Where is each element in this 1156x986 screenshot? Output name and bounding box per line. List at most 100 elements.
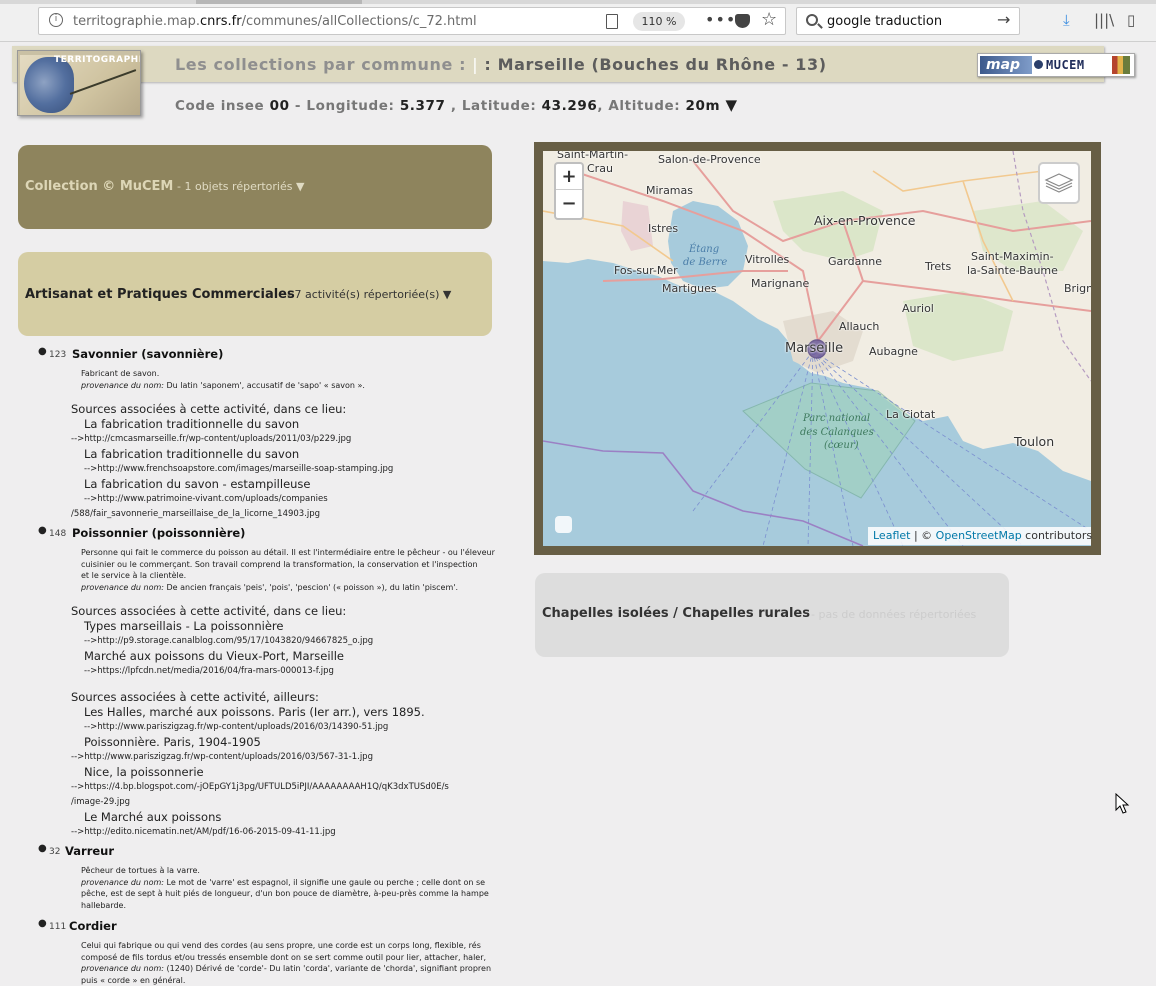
source-link[interactable]: -->http://www.patrimoine-vivant.com/uplo… bbox=[18, 492, 500, 507]
mucem-logo: MUCEM bbox=[1046, 58, 1085, 72]
altitude-value: 20m bbox=[685, 98, 721, 114]
title-label: Les collections par commune : bbox=[175, 55, 467, 74]
activity-description: Fabricant de savon. bbox=[81, 369, 160, 378]
site-info-icon[interactable]: i bbox=[49, 13, 63, 27]
reader-view-icon[interactable] bbox=[606, 14, 618, 29]
url-text[interactable]: territographie.map.cnrs.fr/communes/allC… bbox=[73, 14, 477, 29]
map-label-marseille: Marseille bbox=[785, 341, 844, 356]
provenance-label: provenance du nom: bbox=[81, 877, 164, 887]
leaflet-link[interactable]: Leaflet bbox=[873, 529, 910, 542]
map-label: Saint-Maximin- bbox=[971, 250, 1054, 263]
source-link[interactable]: -->http://edito.nicematin.net/AM/pdf/16-… bbox=[18, 825, 500, 840]
sources-elsewhere-heading: Sources associées à cette activité, aill… bbox=[71, 690, 319, 704]
partner-flag-logo bbox=[1112, 56, 1130, 74]
leaflet-map[interactable]: Saint-Martin- Crau Salon-de-Provence Mir… bbox=[543, 151, 1091, 546]
latitude-value: 43.296 bbox=[541, 98, 598, 114]
map-logo: map bbox=[980, 56, 1032, 74]
search-input[interactable]: google traduction bbox=[827, 14, 942, 29]
source-link-cont[interactable]: /588/fair_savonnerie_marseillaise_de_la_… bbox=[18, 507, 500, 522]
attribution-sep: | © bbox=[910, 529, 936, 542]
info-toggle-arrow[interactable]: ▼ bbox=[726, 96, 738, 114]
map-label: (cœur) bbox=[824, 440, 859, 451]
source-link[interactable]: -->http://www.pariszigzag.fr/wp-content/… bbox=[18, 720, 500, 735]
map-label: Toulon bbox=[1014, 434, 1055, 449]
map-label: Brign bbox=[1064, 282, 1091, 295]
activity-provenance: provenance du nom: Le mot de 'varre' est… bbox=[18, 877, 500, 889]
map-label: Martigues bbox=[662, 282, 717, 295]
collection-title: Collection © MuCEM bbox=[25, 179, 174, 194]
address-bar[interactable]: i territographie.map.cnrs.fr/communes/al… bbox=[38, 7, 786, 35]
source-link[interactable]: -->https://lpfcdn.net/media/2016/04/fra-… bbox=[18, 664, 500, 679]
zoom-out-button[interactable]: − bbox=[556, 191, 582, 217]
source-link[interactable]: -->http://www.frenchsoapstore.com/images… bbox=[18, 462, 500, 477]
download-icon[interactable]: ⤓ bbox=[1063, 11, 1070, 29]
source-link[interactable]: -->http://p9.storage.canalblog.com/95/17… bbox=[18, 634, 500, 649]
logo-blob bbox=[24, 57, 74, 113]
sources-here-heading: Sources associées à cette activité, dans… bbox=[71, 402, 347, 416]
activity-number: 32 bbox=[49, 847, 61, 857]
cnrs-dot bbox=[1034, 60, 1043, 69]
layers-button[interactable] bbox=[1038, 162, 1080, 204]
bookmark-star-icon[interactable]: ☆ bbox=[761, 9, 777, 30]
osm-link[interactable]: OpenStreetMap bbox=[936, 529, 1022, 542]
source-link-cont[interactable]: /image-29.jpg bbox=[18, 795, 500, 810]
activity-description: cuisinier ou le commerçant. Son travail … bbox=[81, 559, 478, 569]
collection-title: Artisanat et Pratiques Commerciales bbox=[25, 287, 295, 302]
provenance-label: provenance du nom: bbox=[81, 380, 164, 390]
bullet: ● bbox=[38, 918, 47, 929]
longitude-label: - Longitude: bbox=[294, 98, 395, 114]
search-bar[interactable]: google traduction → bbox=[796, 7, 1020, 35]
source-link[interactable]: -->https://4.bp.blogspot.com/-jOEpGY1j3p… bbox=[18, 780, 500, 795]
attribution-end: contributors bbox=[1021, 529, 1093, 542]
list-item: ● 148 Poissonnier (poissonnière) Personn… bbox=[18, 524, 500, 840]
zoom-in-button[interactable]: + bbox=[556, 164, 582, 190]
source-link[interactable]: -->http://www.pariszigzag.fr/wp-content/… bbox=[18, 750, 500, 765]
map-label: Salon-de-Provence bbox=[658, 153, 761, 166]
collection-mucem[interactable]: Collection © MuCEM - 1 objets répertorié… bbox=[18, 145, 492, 229]
bullet: ● bbox=[38, 346, 47, 357]
collection-count[interactable]: - 1 objets répertoriés ▼ bbox=[177, 180, 304, 193]
library-icon[interactable]: |||\ bbox=[1094, 11, 1114, 29]
search-go-icon[interactable]: → bbox=[997, 10, 1010, 29]
activity-provenance: provenance du nom: De ancien français 'p… bbox=[18, 582, 500, 594]
map-label: La Ciotat bbox=[886, 408, 936, 421]
source-link[interactable]: -->http://cmcasmarseille.fr/wp-content/u… bbox=[18, 432, 500, 447]
layers-icon bbox=[1044, 173, 1074, 193]
provenance-text: (1240) Dérivé de 'corde'- Du latin 'cord… bbox=[166, 964, 492, 973]
page-actions-icon[interactable]: ••• bbox=[705, 10, 736, 29]
collection-count: - pas de données répertoriées bbox=[811, 608, 977, 621]
activity-name: Varreur bbox=[65, 844, 115, 858]
partner-logos[interactable]: map MUCEM bbox=[977, 53, 1135, 77]
title-place: : Marseille (Bouches du Rhône - 13) bbox=[484, 55, 827, 74]
source-title: Les Halles, marché aux poissons. Paris (… bbox=[84, 705, 425, 719]
activity-provenance: provenance du nom: (1240) Dérivé de 'cor… bbox=[18, 963, 500, 975]
collection-chapelles[interactable]: Chapelles isolées / Chapelles rurales - … bbox=[535, 573, 1009, 657]
map-label: Auriol bbox=[902, 302, 934, 315]
pocket-icon[interactable] bbox=[735, 14, 750, 28]
map-label: la-Sainte-Baume bbox=[967, 264, 1058, 277]
source-title: Le Marché aux poissons bbox=[84, 810, 222, 824]
tab-strip bbox=[0, 0, 1156, 4]
territographie-logo[interactable]: TERRITOGRAPHIE bbox=[17, 50, 141, 116]
map-attribution: Leaflet | © OpenStreetMap contributors bbox=[868, 527, 1093, 545]
activity-description: Personne qui fait le commerce du poisson… bbox=[81, 548, 495, 557]
list-item: ● 32 Varreur Pêcheur de tortues à la var… bbox=[18, 842, 500, 911]
insee-label: Code insee bbox=[175, 98, 265, 114]
map-overlay-toggle[interactable] bbox=[555, 516, 572, 533]
map-label: Istres bbox=[648, 222, 679, 235]
provenance-text: Du latin 'saponem', accusatif de 'sapo' … bbox=[166, 380, 365, 390]
insee-value: 00 bbox=[269, 98, 290, 114]
activity-name: Cordier bbox=[69, 919, 117, 933]
sidebar-icon[interactable]: ▯ bbox=[1127, 11, 1135, 29]
search-icon bbox=[806, 14, 818, 26]
activity-provenance: provenance du nom: Du latin 'saponem', a… bbox=[18, 380, 500, 392]
map-label: Marignane bbox=[751, 277, 810, 290]
zoom-level[interactable]: 110 % bbox=[633, 12, 685, 31]
map-label: Allauch bbox=[839, 320, 880, 333]
collection-count[interactable]: - 7 activité(s) répertoriée(s) ▼ bbox=[287, 288, 451, 301]
activity-heading: ● 123 Savonnier (savonnière) bbox=[18, 345, 500, 365]
collection-artisanat[interactable]: Artisanat et Pratiques Commerciales - 7 … bbox=[18, 252, 492, 336]
activity-heading: ● 32 Varreur bbox=[18, 842, 500, 862]
map-label: Aubagne bbox=[869, 345, 918, 358]
activity-heading: ● 148 Poissonnier (poissonnière) bbox=[18, 524, 500, 544]
